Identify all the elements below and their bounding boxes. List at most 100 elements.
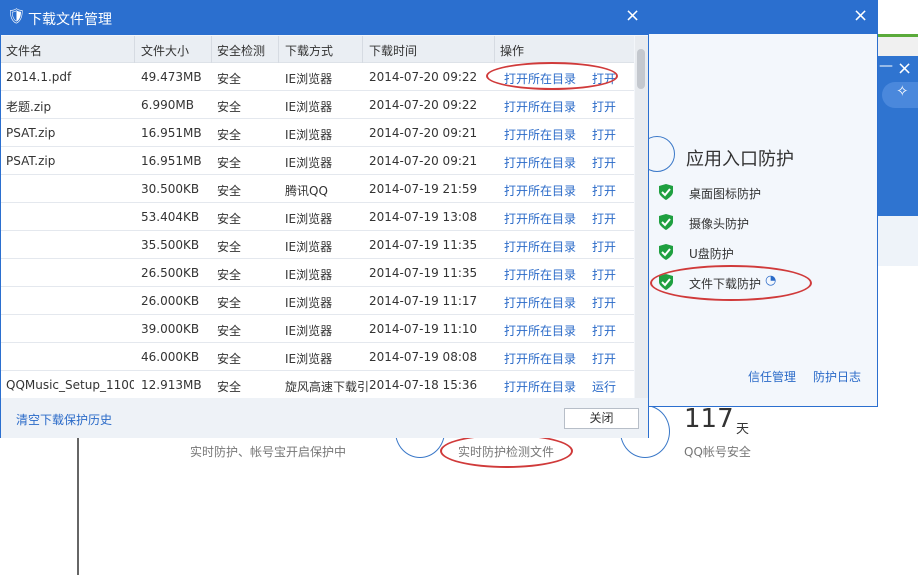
download-time: 2014-07-19 13:08 [369,210,478,224]
close-icon[interactable]: × [897,58,912,79]
close-button[interactable]: 关闭 [564,408,639,429]
open-folder-link[interactable]: 打开所在目录 [504,126,584,143]
security-check: 安全 [217,156,242,170]
download-time: 2014-07-19 11:35 [369,266,478,280]
trust-management-link[interactable]: 信任管理 [748,368,796,385]
security-check: 安全 [217,380,242,394]
background-window-body [877,216,918,266]
background-window-header: — × ✧ [877,56,918,216]
download-method: IE浏览器 [285,100,333,114]
protection-log-link[interactable]: 防护日志 [813,368,861,385]
table-row[interactable]: 老题.zip 6.990MB 安全 IE浏览器 2014-07-20 09:22 打开所在… [1,91,634,119]
open-file-link[interactable]: 打开 [592,98,622,115]
table-row[interactable]: 53.404KB 安全 IE浏览器 2014-07-19 13:08 打开所在目录 打开 [1,203,634,231]
file-name: PSAT.zip [6,126,56,140]
table-row[interactable]: 26.500KB 安全 IE浏览器 2014-07-19 11:35 打开所在目录 打开 [1,259,634,287]
download-method: IE浏览器 [285,352,333,366]
open-folder-link[interactable]: 打开所在目录 [504,294,584,311]
download-method: 腾讯QQ [285,184,328,198]
file-name: 老题.zip [6,100,52,114]
open-folder-link[interactable]: 打开所在目录 [504,322,584,339]
file-size: 49.473MB [141,70,202,84]
table-row[interactable]: 30.500KB 安全 腾讯QQ 2014-07-19 21:59 打开所在目录 打开 [1,175,634,203]
open-folder-link[interactable]: 打开所在目录 [504,98,584,115]
scrollbar[interactable] [635,36,648,398]
protection-item-label: 摄像头防护 [689,217,750,231]
open-file-link[interactable]: 打开 [592,350,622,367]
file-size: 6.990MB [141,98,194,112]
panel-close-icon[interactable]: × [853,5,868,26]
dialog-title-bar: 🛡 下载文件管理 × [1,1,648,35]
download-time: 2014-07-19 11:10 [369,322,478,336]
open-file-link[interactable]: 打开 [592,238,622,255]
file-name: 2014.1.pdf [6,70,72,84]
minimize-icon[interactable]: — [879,58,893,74]
download-manager-dialog: 🛡 下载文件管理 × 文件名 文件大小 安全检测 下载方式 下载时间 操作 20… [0,0,649,438]
open-folder-link[interactable]: 打开所在目录 [504,238,584,255]
download-time: 2014-07-20 09:22 [369,98,478,112]
security-check: 安全 [217,212,242,226]
open-file-link[interactable]: 打开 [592,294,622,311]
clear-history-link[interactable]: 清空下载保护历史 [16,411,112,428]
open-file-link[interactable]: 运行 [592,378,622,395]
open-folder-link[interactable]: 打开所在目录 [504,154,584,171]
annotation-ellipse [650,265,812,301]
security-check: 安全 [217,268,242,282]
protection-item-label: U盘防护 [689,247,734,261]
open-file-link[interactable]: 打开 [592,322,622,339]
shield-check-icon [659,184,673,200]
open-file-link[interactable]: 打开 [592,210,622,227]
download-time: 2014-07-20 09:22 [369,70,478,84]
security-check: 安全 [217,128,242,142]
open-folder-link[interactable]: 打开所在目录 [504,210,584,227]
dialog-close-icon[interactable]: × [625,5,640,26]
file-size: 39.000KB [141,322,200,336]
panel-header: × [649,1,877,34]
table-header: 文件名 文件大小 安全检测 下载方式 下载时间 操作 [1,36,634,63]
column-header-method[interactable]: 下载方式 [285,42,333,59]
realtime-status: 实时防护、帐号宝开启保护中 [190,445,347,459]
download-time: 2014-07-19 21:59 [369,182,478,196]
table-row[interactable]: PSAT.zip 16.951MB 安全 IE浏览器 2014-07-20 09:21 打… [1,147,634,175]
file-size: 35.500KB [141,238,200,252]
open-file-link[interactable]: 打开 [592,266,622,283]
download-method: IE浏览器 [285,156,333,170]
table-row[interactable]: QQMusic_Setup_1100beta 12.913MB 安全 旋风高速下载引2… [1,371,634,399]
table-row[interactable]: 26.000KB 安全 IE浏览器 2014-07-19 11:17 打开所在目录 打开 [1,287,634,315]
open-folder-link[interactable]: 打开所在目录 [504,182,584,199]
security-check: 安全 [217,100,242,114]
table-row[interactable]: 35.500KB 安全 IE浏览器 2014-07-19 11:35 打开所在目录 打开 [1,231,634,259]
download-time: 2014-07-20 09:21 [369,154,478,168]
dialog-footer: 清空下载保护历史 [1,398,648,438]
column-header-check[interactable]: 安全检测 [217,42,265,59]
open-file-link[interactable]: 打开 [592,182,622,199]
table-row[interactable]: 46.000KB 安全 IE浏览器 2014-07-19 08:08 打开所在目录 打开 [1,343,634,371]
open-folder-link[interactable]: 打开所在目录 [504,350,584,367]
protection-item: 摄像头防护 [657,213,749,234]
table-row[interactable]: PSAT.zip 16.951MB 安全 IE浏览器 2014-07-20 09:21 打… [1,119,634,147]
download-method: IE浏览器 [285,128,333,142]
open-folder-link[interactable]: 打开所在目录 [504,378,584,395]
protection-item: U盘防护 [657,243,734,264]
column-header-name[interactable]: 文件名 [6,42,42,59]
file-size: 16.951MB [141,126,202,140]
open-folder-link[interactable]: 打开所在目录 [504,266,584,283]
download-time: 2014-07-19 11:35 [369,238,478,252]
file-size: 46.000KB [141,350,200,364]
safe-days-count: 117 [684,404,734,434]
file-size: 16.951MB [141,154,202,168]
column-header-size[interactable]: 文件大小 [141,42,189,59]
open-file-link[interactable]: 打开 [592,154,622,171]
download-method: IE浏览器 [285,268,333,282]
column-header-action: 操作 [500,44,525,58]
open-file-link[interactable]: 打开 [592,126,622,143]
sparkle-icon[interactable]: ✧ [882,82,918,108]
table-row[interactable]: 39.000KB 安全 IE浏览器 2014-07-19 11:10 打开所在目录 打开 [1,315,634,343]
security-check: 安全 [217,352,242,366]
shield-check-icon [659,214,673,230]
file-size: 26.500KB [141,266,200,280]
scrollbar-thumb[interactable] [637,49,645,89]
column-header-time[interactable]: 下载时间 [369,42,417,59]
download-method: IE浏览器 [285,240,333,254]
shield-logo-icon: 🛡 [7,7,27,25]
